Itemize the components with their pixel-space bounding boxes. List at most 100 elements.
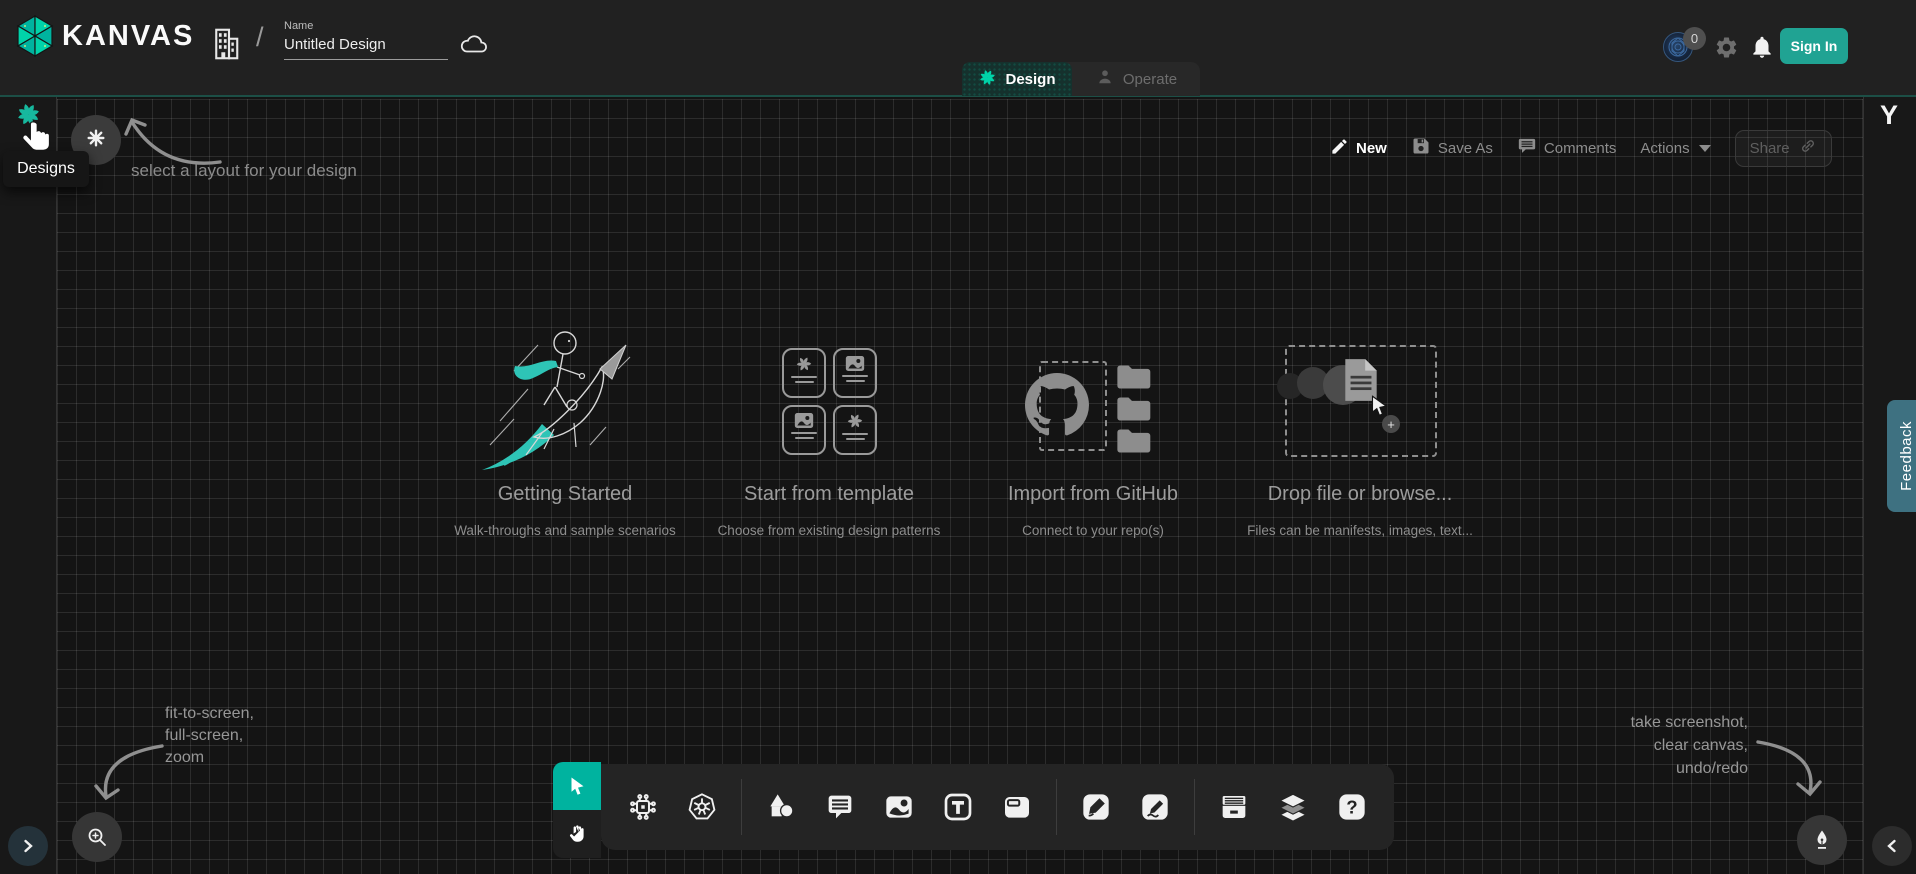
expand-left-panel-button[interactable]	[8, 826, 48, 866]
tab-operate[interactable]: Operate	[1072, 62, 1200, 96]
bottom-right-hint-text: take screenshot, clear canvas, undo/redo	[1548, 711, 1748, 780]
dock-divider	[741, 779, 742, 835]
comments-label: Comments	[1544, 140, 1617, 157]
cursor-icon	[565, 774, 589, 798]
zoom-controls-button[interactable]	[72, 812, 122, 862]
tool-help-button[interactable]: ?	[1332, 787, 1372, 827]
card-title: Getting Started	[435, 483, 695, 506]
card-title: Start from template	[699, 483, 959, 506]
dock-divider	[1194, 779, 1195, 835]
tool-text-button[interactable]	[938, 787, 978, 827]
github-import-image	[963, 325, 1223, 475]
image-icon	[883, 791, 915, 823]
tool-dock: ?	[553, 762, 1394, 858]
shapes-icon	[765, 791, 797, 823]
card-start-from-template[interactable]: Start from template Choose from existing…	[699, 325, 959, 555]
feedback-label: Feedback	[1898, 421, 1915, 491]
kanvas-app: Y KANVAS	[0, 0, 1916, 874]
share-label: Share	[1750, 140, 1790, 157]
card-subtitle: Files can be manifests, images, text...	[1230, 523, 1490, 538]
hand-cursor-pointer	[18, 118, 56, 165]
template-tile	[833, 348, 877, 398]
pointer-tool-column	[553, 762, 601, 858]
snowflake-layout-icon	[85, 127, 107, 154]
plus-badge-icon: +	[1382, 415, 1400, 433]
left-rail	[0, 97, 57, 874]
link-icon	[1799, 137, 1817, 159]
component-chip-icon	[627, 791, 659, 823]
template-tile	[782, 348, 826, 398]
pen-icon	[1080, 791, 1112, 823]
pencil-icon	[1330, 137, 1349, 160]
comment-icon	[824, 791, 856, 823]
gear-icon[interactable]	[1714, 35, 1739, 65]
actions-label: Actions	[1640, 140, 1689, 157]
note-icon	[1001, 791, 1033, 823]
save-as-button[interactable]: Save As	[1411, 136, 1493, 160]
template-tile	[782, 405, 826, 455]
layer5-y-logo[interactable]: Y	[1880, 100, 1898, 131]
notification-count-badge: 0	[1683, 27, 1706, 50]
card-drop-file[interactable]: + Drop file or browse... Files can be ma…	[1230, 325, 1490, 555]
kanvas-logo-icon[interactable]	[13, 13, 57, 64]
tool-pan-button[interactable]	[553, 810, 601, 858]
github-octocat-icon	[1025, 373, 1089, 442]
sign-in-button[interactable]: Sign In	[1780, 28, 1848, 64]
text-icon	[942, 791, 974, 823]
tab-operate-label: Operate	[1123, 71, 1177, 88]
name-field-label: Name	[284, 20, 448, 32]
folder-icon	[1115, 427, 1153, 460]
card-import-from-github[interactable]: Import from GitHub Connect to your repo(…	[963, 325, 1223, 555]
organization-icon[interactable]	[208, 24, 244, 69]
tool-pen-button[interactable]	[1076, 787, 1116, 827]
share-button[interactable]: Share	[1735, 130, 1832, 167]
tool-shapes-button[interactable]	[761, 787, 801, 827]
canvas-utilities-button[interactable]	[1797, 815, 1847, 865]
tool-kubernetes-button[interactable]	[682, 787, 722, 827]
feedback-tab[interactable]: Feedback	[1887, 400, 1916, 512]
drawer-icon	[1217, 790, 1251, 824]
tab-design[interactable]: Design	[962, 62, 1072, 96]
tool-pencil-button[interactable]	[1135, 787, 1175, 827]
card-subtitle: Choose from existing design patterns	[699, 523, 959, 538]
tool-image-button[interactable]	[879, 787, 919, 827]
kubernetes-icon	[686, 791, 718, 823]
tool-drawer-button[interactable]	[1214, 787, 1254, 827]
cloud-sync-icon[interactable]	[459, 32, 489, 61]
hint-arrow-zoom	[88, 738, 170, 819]
mode-tab-group: Design Operate	[962, 62, 1200, 96]
drop-file-image: +	[1230, 325, 1490, 475]
operator-person-icon	[1095, 67, 1115, 91]
dock-divider	[1056, 779, 1057, 835]
tool-select-button[interactable]	[553, 762, 601, 810]
canvas-action-bar: New Save As Comments A	[1330, 130, 1832, 166]
hand-icon	[565, 822, 589, 846]
pencil-draw-icon	[1139, 791, 1171, 823]
card-title: Drop file or browse...	[1230, 483, 1490, 506]
svg-text:?: ?	[1346, 797, 1357, 818]
hint-arrow-screenshot	[1752, 732, 1830, 813]
tool-component-button[interactable]	[623, 787, 663, 827]
card-getting-started[interactable]: Getting Started Walk-throughs and sample…	[435, 325, 695, 555]
folder-icon	[1115, 363, 1153, 396]
design-name-input[interactable]	[284, 34, 448, 60]
comments-button[interactable]: Comments	[1517, 136, 1617, 160]
save-as-label: Save As	[1438, 140, 1493, 157]
bell-icon[interactable]	[1749, 34, 1775, 65]
actions-dropdown[interactable]: Actions	[1640, 140, 1710, 157]
layers-icon	[1276, 790, 1310, 824]
tool-note-button[interactable]	[997, 787, 1037, 827]
new-button[interactable]: New	[1330, 137, 1387, 160]
help-icon: ?	[1336, 791, 1368, 823]
folder-icon	[1115, 395, 1153, 428]
collapse-right-panel-button[interactable]	[1872, 826, 1912, 866]
tool-comment-button[interactable]	[820, 787, 860, 827]
template-tiles-image	[699, 325, 959, 475]
card-subtitle: Walk-throughs and sample scenarios	[435, 523, 695, 538]
tab-design-label: Design	[1005, 71, 1055, 88]
template-tile	[833, 405, 877, 455]
design-name-block: Name	[284, 20, 448, 60]
kanvas-logo-text: KANVAS	[62, 20, 194, 53]
save-icon	[1411, 136, 1431, 160]
tool-layers-button[interactable]	[1273, 787, 1313, 827]
